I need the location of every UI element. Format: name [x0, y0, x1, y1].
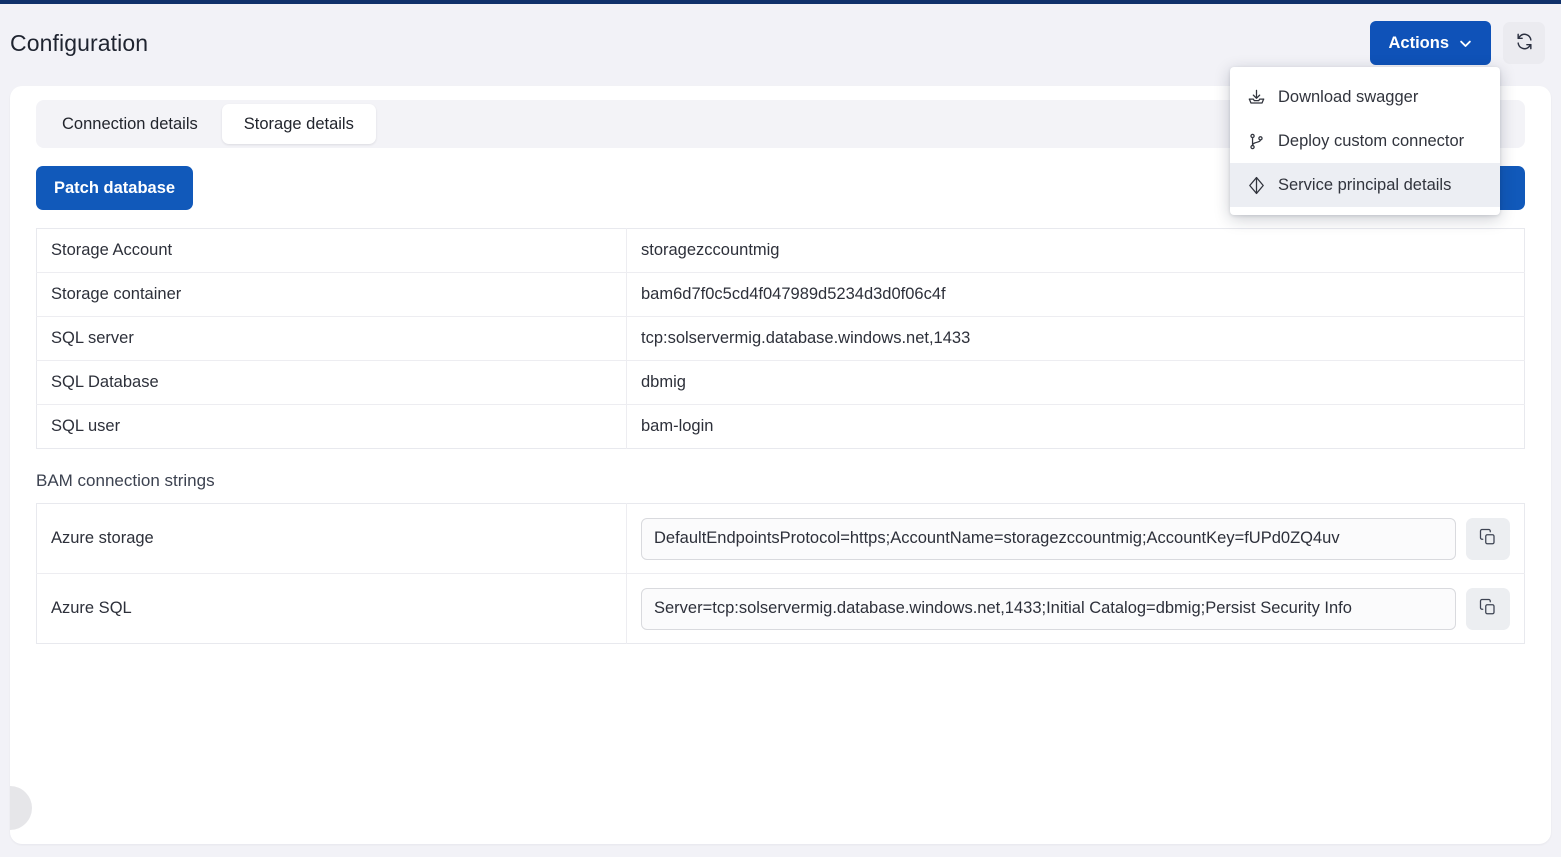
tab-connection-details-label: Connection details: [62, 114, 198, 133]
row-key: SQL user: [36, 404, 627, 449]
menu-item-label: Service principal details: [1278, 175, 1452, 194]
storage-details-table: Storage Account storagezccountmig Storag…: [36, 228, 1525, 449]
row-value-cell: [627, 574, 1525, 644]
row-value: bam6d7f0c5cd4f047989d5234d3d0f06c4f: [641, 285, 946, 303]
copy-azure-storage-button[interactable]: [1466, 517, 1510, 560]
refresh-button[interactable]: [1503, 22, 1545, 64]
table-row: Azure storage: [36, 503, 1525, 574]
row-value: storagezccountmig: [641, 241, 780, 259]
row-key: Storage container: [36, 272, 627, 317]
copy-icon: [1479, 598, 1497, 619]
patch-database-button[interactable]: Patch database: [36, 166, 194, 210]
connection-strings-heading: BAM connection strings: [36, 471, 215, 490]
menu-item-label: Deploy custom connector: [1278, 131, 1465, 150]
git-branch-icon: [1246, 131, 1266, 151]
row-key: Storage Account: [36, 228, 627, 273]
decorative-corner-blob: [10, 786, 32, 830]
table-row: Storage Account storagezccountmig: [36, 228, 1525, 273]
tab-storage-details[interactable]: Storage details: [221, 104, 376, 144]
row-value: bam-login: [641, 417, 714, 435]
table-row: SQL user bam-login: [36, 404, 1525, 449]
menu-item-deploy-custom-connector[interactable]: Deploy custom connector: [1230, 119, 1500, 163]
connection-strings-table: Azure storage DefaultEndpointsProtocol=h…: [36, 503, 1525, 644]
row-key: SQL server: [36, 316, 627, 361]
table-row: SQL Database dbmig: [36, 360, 1525, 405]
chevron-down-icon: [1458, 36, 1473, 51]
azure-storage-connection-input[interactable]: [641, 517, 1456, 560]
row-value: dbmig: [641, 373, 686, 391]
tab-storage-details-label: Storage details: [243, 114, 354, 133]
field-with-copy: [641, 517, 1510, 560]
header-actions: Actions: [1370, 21, 1545, 65]
tab-connection-details[interactable]: Connection details: [40, 104, 220, 144]
row-key: Azure SQL: [36, 573, 627, 644]
actions-button[interactable]: Actions: [1370, 21, 1491, 65]
app-root: Configuration Actions Connection details…: [0, 0, 1561, 857]
menu-item-download-swagger[interactable]: Download swagger: [1230, 75, 1500, 119]
actions-button-label: Actions: [1388, 33, 1449, 52]
page-title: Configuration: [10, 29, 149, 56]
menu-item-service-principal-details[interactable]: Service principal details: [1230, 163, 1500, 207]
copy-azure-sql-button[interactable]: [1466, 587, 1510, 630]
actions-dropdown-menu: Download swagger Deploy custom connector…: [1230, 67, 1500, 215]
table-row: SQL server tcp:solservermig.database.win…: [36, 316, 1525, 361]
refresh-icon: [1515, 32, 1534, 54]
download-tray-icon: [1246, 87, 1266, 107]
row-key: SQL Database: [36, 360, 627, 405]
azure-sql-connection-input[interactable]: [641, 587, 1456, 630]
diamond-outline-icon: [1246, 175, 1266, 195]
row-key: Azure storage: [36, 503, 627, 574]
table-row: Storage container bam6d7f0c5cd4f047989d5…: [36, 272, 1525, 317]
copy-icon: [1479, 528, 1497, 549]
menu-item-label: Download swagger: [1278, 87, 1419, 106]
row-value-cell: [627, 504, 1525, 574]
table-row: Azure SQL: [36, 573, 1525, 644]
field-with-copy: [641, 587, 1510, 630]
row-value: tcp:solservermig.database.windows.net,14…: [641, 329, 971, 347]
